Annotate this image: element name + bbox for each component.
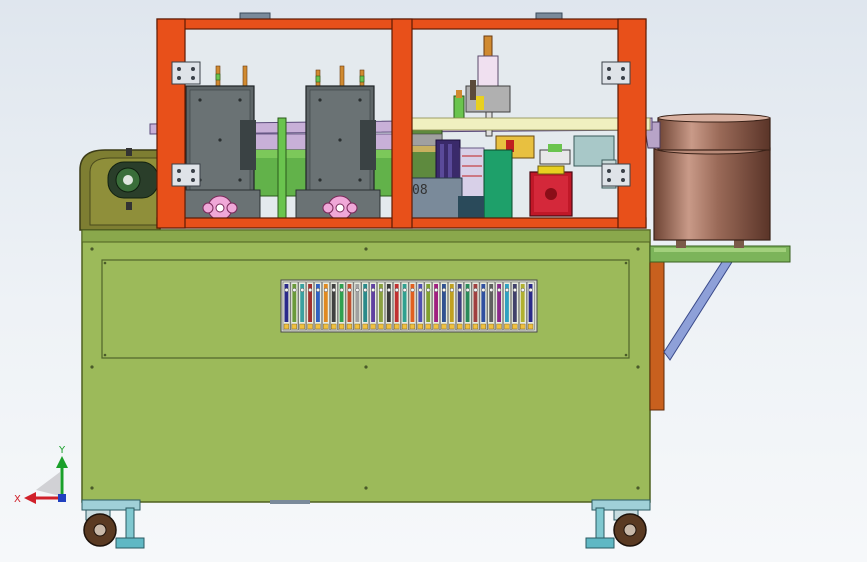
terminal-block [440, 281, 448, 331]
terminal-block [314, 281, 322, 331]
terminal-block [408, 281, 417, 331]
bottom-plate [270, 500, 310, 504]
terminal-block [385, 281, 393, 331]
terminal-block [479, 281, 488, 331]
terminal-block [306, 281, 314, 331]
terminal-block [471, 281, 480, 331]
cad-viewport[interactable]: 08 Y X [0, 0, 867, 562]
terminal-block [282, 281, 291, 331]
terminal-block [511, 281, 519, 331]
terminal-block [519, 281, 527, 331]
y-axis-label: Y [58, 445, 66, 456]
main-cabinet [81, 229, 651, 503]
terminal-block [298, 281, 307, 331]
part-marking-text: 08 [412, 183, 428, 198]
machine-model-view[interactable]: 08 Y X [0, 0, 867, 562]
red-drive-motor [529, 165, 573, 217]
x-arrowhead-icon [24, 492, 36, 504]
terminal-block [322, 281, 330, 331]
z-axis-indicator [58, 494, 66, 502]
right-leveling-foot [585, 507, 615, 549]
terminal-block [424, 281, 433, 331]
terminal-block [330, 281, 338, 331]
y-arrowhead-icon [56, 456, 68, 468]
belt-conveyor-housing [79, 148, 161, 231]
vibratory-feeder-bowl [643, 113, 771, 248]
terminal-block [369, 281, 377, 331]
terminal-block [432, 281, 440, 331]
view-plane-icon [36, 472, 60, 496]
terminal-block [290, 281, 299, 331]
terminal-block [448, 281, 456, 331]
orientation-triad[interactable]: Y X [14, 445, 68, 505]
terminal-block [503, 281, 511, 331]
terminal-block [495, 281, 503, 331]
terminal-block-strip[interactable] [280, 279, 538, 333]
terminal-block [526, 281, 535, 331]
terminal-block [353, 281, 362, 331]
terminal-block [345, 281, 354, 331]
terminal-block [337, 281, 346, 331]
terminal-block [487, 281, 496, 331]
terminal-block [361, 281, 370, 331]
terminal-block [416, 281, 425, 331]
terminal-block [463, 281, 472, 331]
terminal-block [393, 281, 401, 331]
left-leveling-foot [115, 507, 145, 549]
side-support-bracket [649, 245, 791, 411]
terminal-block [400, 281, 409, 331]
terminal-block [456, 281, 464, 331]
x-axis-label: X [14, 494, 21, 505]
terminal-block [377, 281, 385, 331]
